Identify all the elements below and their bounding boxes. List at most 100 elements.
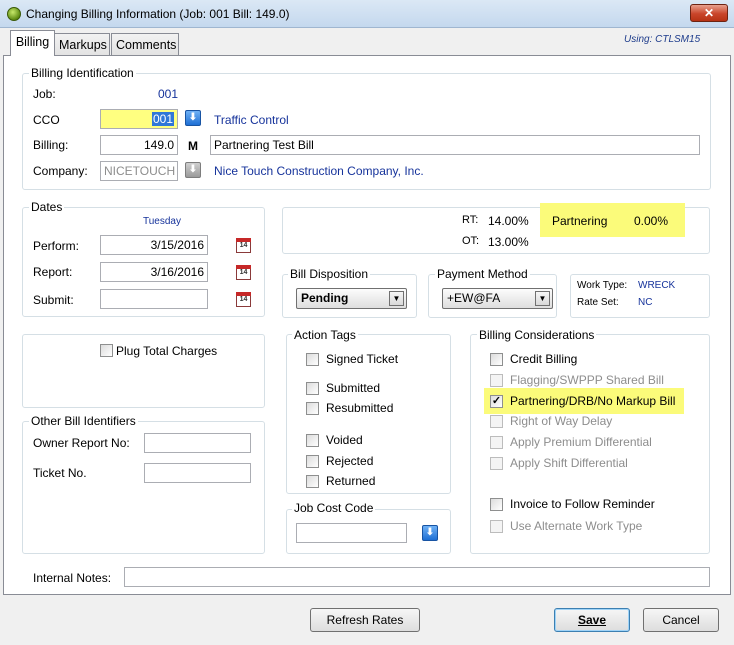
- shift-differential-label: Apply Shift Differential: [510, 456, 628, 470]
- submit-date-input[interactable]: [100, 289, 208, 309]
- alternate-work-type-label: Use Alternate Work Type: [510, 519, 643, 533]
- rejected-label: Rejected: [326, 454, 374, 468]
- perform-label: Perform:: [33, 239, 80, 253]
- premium-differential-checkbox[interactable]: [490, 436, 503, 449]
- calendar-icon[interactable]: 14: [236, 265, 251, 280]
- flagging-shared-bill-label: Flagging/SWPPP Shared Bill: [510, 373, 664, 387]
- report-date-input[interactable]: 3/16/2016: [100, 262, 208, 282]
- app-icon: [7, 7, 21, 21]
- weekday-label: Tuesday: [143, 216, 181, 227]
- bill-disposition-select[interactable]: Pending ▼: [296, 288, 407, 309]
- premium-differential-label: Apply Premium Differential: [510, 435, 652, 449]
- tab-markups[interactable]: Markups: [54, 33, 110, 55]
- shift-differential-checkbox[interactable]: [490, 457, 503, 470]
- cco-input[interactable]: 001: [100, 109, 178, 129]
- rejected-checkbox[interactable]: [306, 455, 319, 468]
- internal-notes-label: Internal Notes:: [33, 571, 112, 585]
- submit-label: Submit:: [33, 293, 74, 307]
- work-type-value: WRECK: [638, 280, 676, 291]
- action-tags-legend: Action Tags: [292, 328, 358, 342]
- internal-notes-input[interactable]: [124, 567, 710, 587]
- voided-checkbox[interactable]: [306, 434, 319, 447]
- job-label: Job:: [33, 87, 56, 101]
- alternate-work-type-checkbox[interactable]: [490, 520, 503, 533]
- cco-label: CCO: [33, 113, 60, 127]
- resubmitted-checkbox[interactable]: [306, 402, 319, 415]
- resubmitted-label: Resubmitted: [326, 401, 394, 415]
- window-title: Changing Billing Information (Job: 001 B…: [26, 7, 290, 21]
- chevron-down-icon: ▼: [535, 291, 550, 306]
- save-button[interactable]: Save: [554, 608, 630, 632]
- chevron-down-icon: ▼: [389, 291, 404, 306]
- submitted-label: Submitted: [326, 381, 381, 395]
- rate-set-label: Rate Set:: [577, 297, 619, 308]
- billing-flag: M: [188, 139, 198, 153]
- payment-method-value: +EW@FA: [447, 291, 501, 305]
- dates-legend: Dates: [29, 200, 65, 214]
- rt-value: 14.00%: [488, 214, 529, 228]
- right-of-way-delay-checkbox[interactable]: [490, 415, 503, 428]
- cancel-button[interactable]: Cancel: [643, 608, 719, 632]
- partnering-drb-checkbox[interactable]: ✓: [490, 395, 503, 408]
- report-label: Report:: [33, 265, 73, 279]
- ticket-no-label: Ticket No.: [33, 466, 87, 480]
- billing-description-input[interactable]: Partnering Test Bill: [210, 135, 700, 155]
- payment-method-legend: Payment Method: [435, 267, 530, 281]
- job-cost-code-lookup-button[interactable]: ⬇: [422, 525, 438, 541]
- plug-total-label: Plug Total Charges: [116, 344, 218, 358]
- other-bill-identifiers-legend: Other Bill Identifiers: [29, 414, 138, 428]
- returned-label: Returned: [326, 474, 376, 488]
- invoice-reminder-label: Invoice to Follow Reminder: [510, 497, 655, 511]
- cco-description: Traffic Control: [214, 113, 289, 127]
- billing-label: Billing:: [33, 138, 69, 152]
- credit-billing-label: Credit Billing: [510, 352, 578, 366]
- company-description: Nice Touch Construction Company, Inc.: [214, 164, 424, 178]
- ot-value: 13.00%: [488, 235, 529, 249]
- perform-date-input[interactable]: 3/15/2016: [100, 235, 208, 255]
- company-input[interactable]: NICETOUCH: [100, 161, 178, 181]
- cco-lookup-button[interactable]: ⬇: [185, 110, 201, 126]
- payment-method-select[interactable]: +EW@FA ▼: [442, 288, 553, 309]
- job-cost-code-input[interactable]: [296, 523, 407, 543]
- bill-disposition-legend: Bill Disposition: [288, 267, 371, 281]
- close-button[interactable]: ✕: [690, 4, 728, 22]
- flagging-shared-bill-checkbox[interactable]: [490, 374, 503, 387]
- partnering-drb-label: Partnering/DRB/No Markup Bill: [510, 394, 676, 408]
- billing-considerations-legend: Billing Considerations: [477, 328, 597, 342]
- signed-ticket-label: Signed Ticket: [326, 352, 399, 366]
- job-value: 001: [158, 87, 179, 101]
- calendar-icon[interactable]: 14: [236, 292, 251, 307]
- tab-billing[interactable]: Billing: [10, 30, 55, 56]
- cco-value: 001: [151, 112, 174, 126]
- submitted-checkbox[interactable]: [306, 382, 319, 395]
- owner-report-input[interactable]: [144, 433, 251, 453]
- credit-billing-checkbox[interactable]: [490, 353, 503, 366]
- check-icon: ✓: [491, 395, 502, 407]
- rt-label: RT:: [462, 214, 479, 226]
- ticket-no-input[interactable]: [144, 463, 251, 483]
- work-type-label: Work Type:: [577, 280, 628, 291]
- ot-label: OT:: [462, 235, 480, 247]
- plug-total-checkbox[interactable]: [100, 344, 113, 357]
- down-arrow-icon: ⬇: [188, 112, 198, 123]
- returned-checkbox[interactable]: [306, 475, 319, 488]
- company-lookup-button[interactable]: ⬇: [185, 162, 201, 178]
- voided-label: Voided: [326, 433, 363, 447]
- invoice-reminder-checkbox[interactable]: [490, 498, 503, 511]
- refresh-rates-button[interactable]: Refresh Rates: [310, 608, 420, 632]
- right-of-way-delay-label: Right of Way Delay: [510, 414, 613, 428]
- using-label: Using: CTLSM15: [624, 34, 701, 45]
- down-arrow-icon: ⬇: [188, 164, 198, 175]
- partnering-label: Partnering: [552, 214, 608, 228]
- billing-number-input[interactable]: 149.0: [100, 135, 178, 155]
- billing-identification-legend: Billing Identification: [29, 66, 136, 80]
- bill-disposition-value: Pending: [301, 291, 349, 305]
- company-label: Company:: [33, 164, 88, 178]
- partnering-value: 0.00%: [634, 214, 669, 228]
- signed-ticket-checkbox[interactable]: [306, 353, 319, 366]
- tab-comments[interactable]: Comments: [111, 33, 179, 55]
- calendar-icon[interactable]: 14: [236, 238, 251, 253]
- job-cost-code-legend: Job Cost Code: [292, 501, 376, 515]
- rate-set-value: NC: [638, 297, 653, 308]
- owner-report-label: Owner Report No:: [33, 436, 130, 450]
